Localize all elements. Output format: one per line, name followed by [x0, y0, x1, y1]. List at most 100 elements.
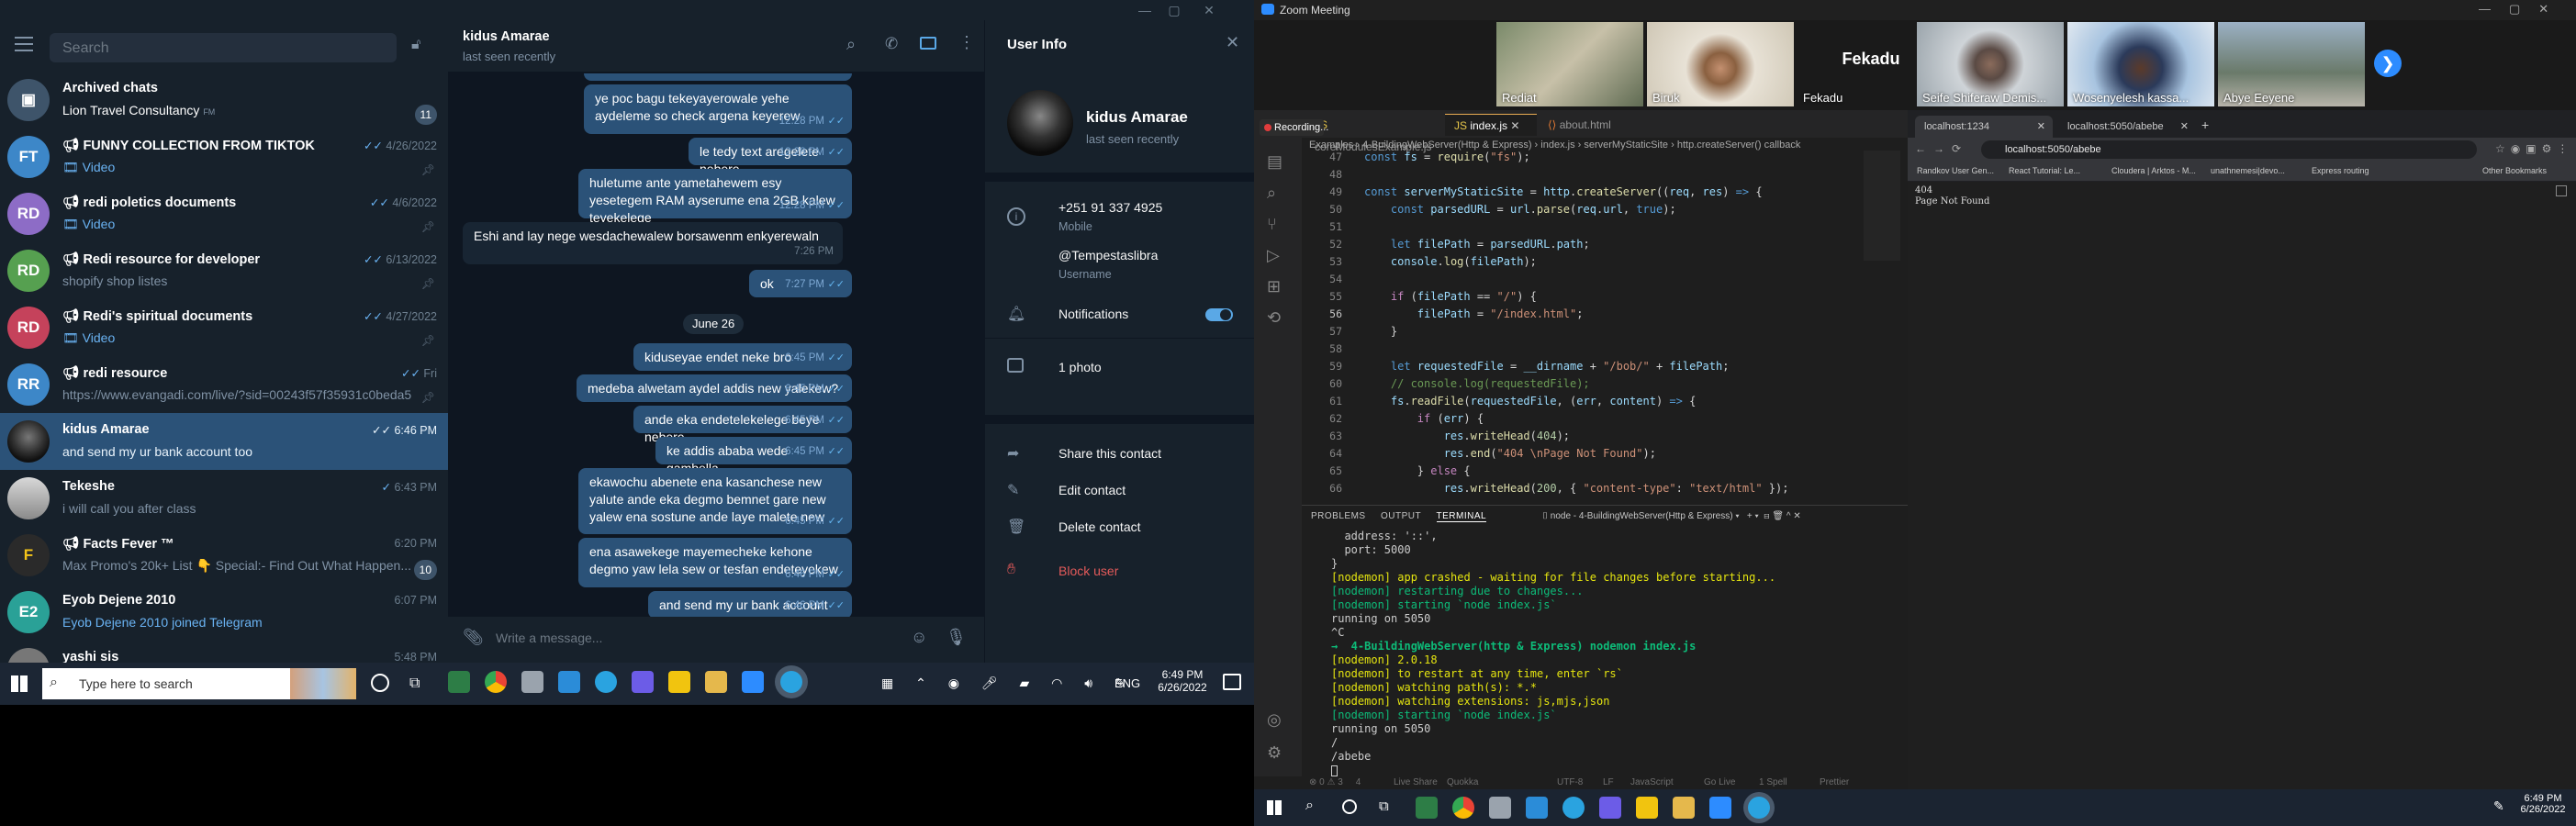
notes-icon[interactable]: [1636, 797, 1658, 819]
bookmark[interactable]: Cloudera | Arktos - M...: [2111, 166, 2196, 175]
window-controls[interactable]: —▢✕: [2479, 2, 2567, 17]
search-icon[interactable]: ⌕: [846, 35, 856, 54]
vscode-icon[interactable]: [558, 671, 580, 693]
chat-item[interactable]: RR 📢︎ redi resource https://www.evangadi…: [0, 356, 448, 413]
chat-item[interactable]: RD 📢︎ Redi resource for developer shopif…: [0, 242, 448, 299]
explorer-icon[interactable]: ▤: [1267, 152, 1282, 172]
telegram-icon[interactable]: [595, 671, 617, 693]
language-indicator[interactable]: ENG: [1114, 676, 1140, 690]
settings-gear-icon[interactable]: ⚙: [1267, 743, 1282, 763]
message-bubble-incoming[interactable]: Eshi and lay nege wesdachewalew borsawen…: [463, 222, 843, 264]
file-explorer-alt-icon[interactable]: [521, 671, 543, 693]
terminal-output[interactable]: address: '::', port: 5000 } [nodemon] ap…: [1302, 530, 1908, 777]
nav-buttons[interactable]: ←→⟳: [1915, 142, 1968, 155]
status-liveshare[interactable]: Live Share: [1394, 777, 1438, 787]
bookmark[interactable]: React Tutorial: Le...: [2009, 166, 2080, 175]
status-spell[interactable]: 1 Spell: [1759, 777, 1787, 787]
close-icon[interactable]: ✕: [1226, 33, 1239, 52]
message-bubble[interactable]: medeba alwetam aydel addis new yalekew? …: [577, 374, 852, 402]
next-participants-button[interactable]: ❯: [2374, 50, 2402, 77]
telegram-icon[interactable]: [1562, 797, 1585, 819]
participant-tile[interactable]: Abye Eeyene: [2218, 22, 2365, 106]
cortana-icon[interactable]: [1342, 799, 1357, 814]
chat-item[interactable]: RD 📢︎ redi poletics documents 🎞︎ Video ✓…: [0, 185, 448, 242]
phone-icon[interactable]: ✆: [885, 35, 898, 53]
message-bubble[interactable]: ye poc bagu tekeyayerowale yehe aydeleme…: [584, 84, 852, 134]
profile-avatar[interactable]: [1007, 90, 1073, 156]
more-icon[interactable]: ⋮: [958, 33, 975, 52]
code-area[interactable]: 47 48 49 50 51 52 53 54 55 56 57 58 59 6…: [1302, 151, 1908, 505]
message-bubble[interactable]: huletume ante yametahewem esy yesetegem …: [578, 169, 852, 225]
clock[interactable]: 6:49 PM 6/26/2022: [1155, 668, 1210, 694]
chat-item-active[interactable]: kidus Amarae and send my ur bank account…: [0, 413, 448, 470]
remote-icon[interactable]: ⟲: [1267, 308, 1281, 328]
message-bubble[interactable]: and send my ur bank account too 6:46 PM✓…: [648, 591, 852, 630]
message-bubble[interactable]: le tedy text aregelete nebere 12:28 PM✓✓: [689, 138, 852, 176]
notifications-toggle[interactable]: [1205, 308, 1233, 321]
clock[interactable]: 6:49 PM 6/26/2022: [2517, 793, 2569, 815]
source-control-icon[interactable]: ⑂: [1267, 215, 1277, 234]
sidebar-toggle-icon[interactable]: [920, 37, 936, 50]
taskbar-search[interactable]: ⌕ Type here to search: [42, 668, 290, 699]
chat-item[interactable]: F 📢︎ Facts Fever ™ Max Promo's 20k+ List…: [0, 527, 448, 584]
breadcrumb[interactable]: Examples › 4-BuildingWebServer(Http & Ex…: [1309, 140, 1800, 151]
bookmark[interactable]: Other Bookmarks: [2482, 166, 2547, 175]
terminal-app-icon[interactable]: [1416, 797, 1438, 819]
chat-item[interactable]: RD 📢︎ Redi's spiritual documents 🎞︎ Vide…: [0, 299, 448, 356]
search-icon[interactable]: ⌕: [1267, 184, 1276, 203]
folder-icon[interactable]: [1673, 797, 1695, 819]
status-language[interactable]: JavaScript: [1630, 777, 1674, 787]
status-eol[interactable]: LF: [1603, 777, 1614, 787]
microphone-icon[interactable]: 🎙︎: [946, 628, 967, 647]
message-bubble[interactable]: kiduseyae endet neke bro 6:45 PM ✓✓: [633, 343, 852, 371]
message-bubble[interactable]: ena asawekege mayemecheke kehone degmo y…: [578, 538, 852, 587]
terminal-app-icon[interactable]: [448, 671, 470, 693]
task-view-icon[interactable]: ⧉: [409, 675, 420, 692]
message-bubble[interactable]: ke addis ababa wede gambella 6:45 PM✓✓: [655, 437, 852, 475]
terminal-selector[interactable]: ⌷ node - 4-BuildingWebServer(Http & Expr…: [1542, 511, 1801, 521]
bookmark[interactable]: unathnemesi|devo...: [2211, 166, 2285, 175]
bookmark[interactable]: Randkov User Gen...: [1917, 166, 1994, 175]
editor-tab[interactable]: ⟨⟩ about.html: [1539, 114, 1640, 136]
menu-icon[interactable]: [15, 37, 33, 39]
browser-tab-active[interactable]: localhost:1234 ✕: [1915, 116, 2053, 138]
chat-item[interactable]: yashi sis 5:48 PM: [0, 641, 448, 663]
editor-tab-active[interactable]: JS index.js ✕: [1445, 114, 1537, 136]
status-prettier[interactable]: Prettier: [1820, 777, 1849, 787]
notifications-row[interactable]: 🔔︎ Notifications: [985, 296, 1255, 332]
notifications-icon[interactable]: [1223, 674, 1241, 690]
chat-header-name[interactable]: kidus Amarae: [463, 29, 550, 44]
chat-item[interactable]: Tekeshe i will call you after class ✓ 6:…: [0, 470, 448, 527]
task-view-icon[interactable]: ⧉: [1379, 798, 1389, 814]
zoom-icon[interactable]: [1709, 797, 1731, 819]
url-input[interactable]: localhost:5050/abebe: [1981, 140, 2477, 159]
participant-tile[interactable]: Wosenyelesh kassa...: [2067, 22, 2214, 106]
windows-start-icon[interactable]: [11, 675, 28, 692]
browser-tab[interactable]: localhost:5050/abebe ✕: [2058, 116, 2196, 138]
telegram-active-icon[interactable]: [1748, 797, 1770, 819]
chat-item-archived[interactable]: ▣ Archived chats Lion Travel Consultancy…: [0, 72, 448, 128]
zoom-icon[interactable]: [742, 671, 764, 693]
emoji-icon[interactable]: ☺: [911, 628, 927, 647]
attach-icon[interactable]: 📎︎: [463, 628, 484, 647]
search-input[interactable]: Search: [50, 33, 397, 62]
minimize-icon[interactable]: —: [1129, 0, 1160, 20]
panel-tabs[interactable]: PROBLEMS OUTPUT TERMINAL: [1311, 511, 1487, 522]
new-tab-button[interactable]: +: [2201, 117, 2209, 132]
file-explorer-alt-icon[interactable]: [1489, 797, 1511, 819]
status-encoding[interactable]: UTF-8: [1557, 777, 1583, 787]
git-icon[interactable]: [632, 671, 654, 693]
message-input[interactable]: Write a message...: [496, 631, 602, 645]
windows-start-icon[interactable]: [1267, 800, 1282, 815]
participant-tile[interactable]: Biruk: [1647, 22, 1794, 106]
block-user-row[interactable]: ✋︎ Block user: [985, 553, 1255, 589]
telegram-active-icon[interactable]: [780, 671, 802, 693]
cortana-icon[interactable]: [371, 674, 389, 692]
git-icon[interactable]: [1599, 797, 1621, 819]
message-bubble[interactable]: ekawochu abenete ena kasanchese new yalu…: [578, 468, 852, 534]
message-bubble[interactable]: ok 7:27 PM ✓✓: [749, 270, 852, 297]
status-errors[interactable]: ⊗ 0 ⚠ 3 4: [1309, 777, 1361, 787]
share-contact-row[interactable]: ➦ Share this contact: [985, 435, 1255, 472]
message-bubble[interactable]: ande eka endetelekelege beye nebere 6:45…: [633, 406, 852, 444]
search-icon[interactable]: ⌕: [1305, 798, 1314, 814]
